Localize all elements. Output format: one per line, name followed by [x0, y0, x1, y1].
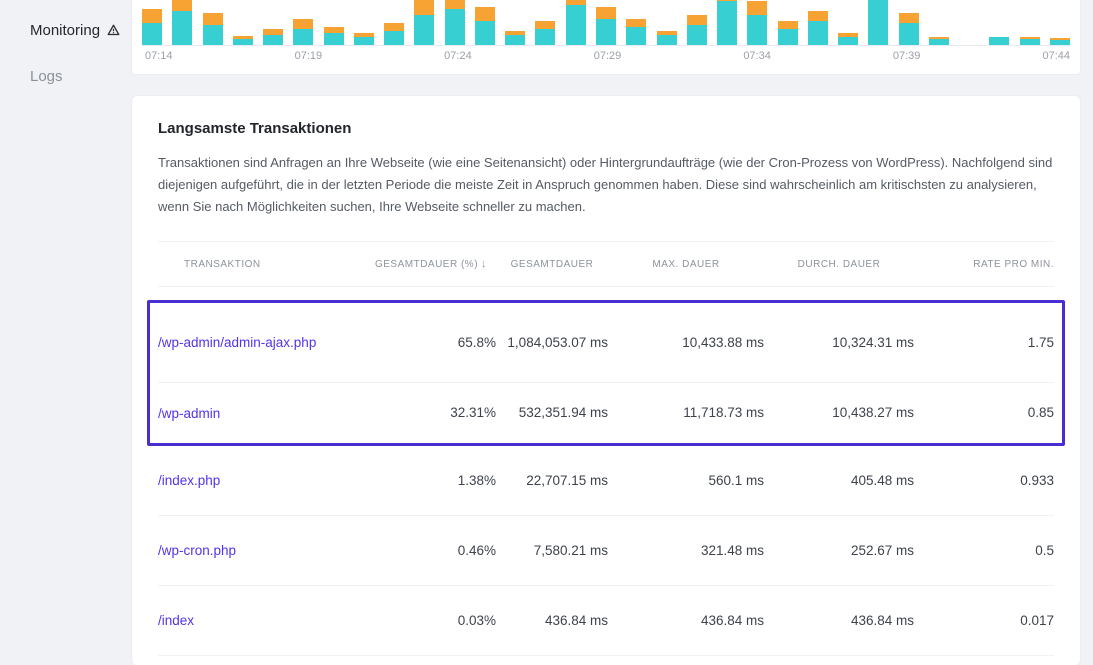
max-duration-cell: 11,718.73 ms: [608, 403, 764, 423]
total-pct-cell: 1.38%: [366, 471, 496, 491]
slowest-transactions-card: Langsamste Transaktionen Transaktionen s…: [131, 95, 1081, 665]
table-header-row: TRANSAKTION GESAMTDAUER (%)↓ GESAMTDAUER…: [158, 241, 1054, 287]
total-duration-cell: 532,351.94 ms: [496, 403, 608, 423]
chart-bar: [263, 29, 283, 45]
avg-duration-cell: 10,324.31 ms: [764, 333, 914, 353]
chart-bar: [324, 27, 344, 45]
total-duration-cell: 436.84 ms: [496, 611, 608, 631]
avg-duration-cell: 436.84 ms: [764, 611, 914, 631]
total-duration-cell: 1,084,053.07 ms: [496, 333, 608, 353]
avg-duration-cell: 252.67 ms: [764, 541, 914, 561]
chart-bar: [354, 33, 374, 45]
col-header-transaction[interactable]: TRANSAKTION: [158, 259, 366, 270]
chart-bar: [929, 37, 949, 45]
x-axis-tick-label: 07:14: [145, 50, 173, 62]
table-row[interactable]: /index.php 1.38% 22,707.15 ms 560.1 ms 4…: [158, 446, 1054, 516]
chart-bar: [414, 0, 434, 45]
sort-desc-icon[interactable]: ↓: [481, 258, 487, 270]
chart-bar: [626, 19, 646, 45]
col-header-avg[interactable]: DURCH. DAUER: [764, 259, 914, 270]
chart-bar: [657, 31, 677, 45]
rate-cell: 0.933: [914, 471, 1054, 491]
sidebar-item-logs[interactable]: Logs: [0, 64, 131, 88]
col-header-max[interactable]: MAX. DAUER: [608, 259, 764, 270]
col-header-total[interactable]: GESAMTDAUER: [496, 259, 608, 270]
total-pct-cell: 0.46%: [366, 541, 496, 561]
chart-bar: [838, 33, 858, 45]
total-duration-cell: 22,707.15 ms: [496, 471, 608, 491]
chart-bar: [868, 0, 888, 45]
col-header-total-pct[interactable]: GESAMTDAUER (%)↓: [366, 258, 496, 270]
chart-bar: [778, 21, 798, 45]
chart-bar: [142, 9, 162, 45]
table-row[interactable]: /wp-admin 32.31% 532,351.94 ms 11,718.73…: [158, 383, 1054, 443]
transaction-link[interactable]: /index: [158, 613, 366, 628]
rate-cell: 1.75: [914, 333, 1054, 353]
chart-bar: [384, 23, 404, 45]
total-duration-cell: 7,580.21 ms: [496, 541, 608, 561]
chart-bar: [203, 13, 223, 45]
chart-bar: [687, 15, 707, 45]
max-duration-cell: 560.1 ms: [608, 471, 764, 491]
total-pct-cell: 65.8%: [366, 333, 496, 353]
chart-bar: [566, 0, 586, 45]
chart-bars: [142, 0, 1070, 46]
chart-bar: [505, 31, 525, 45]
chart-bar: [808, 11, 828, 45]
panel-title: Langsamste Transaktionen: [158, 120, 1054, 137]
transaction-link[interactable]: /wp-admin/admin-ajax.php: [158, 335, 366, 350]
avg-duration-cell: 10,438.27 ms: [764, 403, 914, 423]
total-pct-cell: 0.03%: [366, 611, 496, 631]
sidebar-item-label: Monitoring: [30, 22, 100, 39]
x-axis-tick-label: 07:29: [594, 50, 622, 62]
x-axis-tick-label: 07:39: [893, 50, 921, 62]
chart-bar: [475, 7, 495, 45]
chart-bar: [747, 1, 767, 45]
response-time-chart-card: 07:14 07:19 07:24 07:29 07:34 07:39 07:44: [131, 0, 1081, 75]
x-axis-tick-label: 07:44: [1042, 50, 1070, 62]
chart-bar: [172, 0, 192, 45]
table-row[interactable]: /wp-admin/admin-ajax.php 65.8% 1,084,053…: [158, 303, 1054, 383]
sidebar: Monitoring Logs: [0, 0, 131, 110]
transaction-link[interactable]: /wp-cron.php: [158, 543, 366, 558]
transaction-link[interactable]: /index.php: [158, 473, 366, 488]
chart-bar: [596, 7, 616, 45]
x-axis-tick-label: 07:34: [743, 50, 771, 62]
chart-bar: [989, 37, 1009, 45]
max-duration-cell: 10,433.88 ms: [608, 333, 764, 353]
chart-x-axis-labels: 07:14 07:19 07:24 07:29 07:34 07:39 07:44: [145, 50, 1070, 62]
chart-bar: [899, 13, 919, 45]
chart-bar: [1050, 38, 1070, 45]
sidebar-item-monitoring[interactable]: Monitoring: [0, 18, 131, 42]
warning-icon: [107, 24, 120, 36]
panel-description: Transaktionen sind Anfragen an Ihre Webs…: [158, 152, 1054, 217]
max-duration-cell: 436.84 ms: [608, 611, 764, 631]
table-row[interactable]: /index 0.03% 436.84 ms 436.84 ms 436.84 …: [158, 586, 1054, 656]
x-axis-tick-label: 07:24: [444, 50, 472, 62]
rate-cell: 0.85: [914, 403, 1054, 423]
chart-bar: [293, 19, 313, 45]
rate-cell: 0.017: [914, 611, 1054, 631]
chart-bar: [233, 36, 253, 45]
total-pct-cell: 32.31%: [366, 403, 496, 423]
col-header-rate[interactable]: RATE PRO MIN.: [914, 259, 1054, 270]
sidebar-item-label: Logs: [30, 68, 63, 85]
table-row[interactable]: /wp-cron.php 0.46% 7,580.21 ms 321.48 ms…: [158, 516, 1054, 586]
rate-cell: 0.5: [914, 541, 1054, 561]
avg-duration-cell: 405.48 ms: [764, 471, 914, 491]
chart-bar: [445, 0, 465, 45]
max-duration-cell: 321.48 ms: [608, 541, 764, 561]
chart-bar: [717, 0, 737, 45]
chart-bar: [535, 21, 555, 45]
x-axis-tick-label: 07:19: [295, 50, 323, 62]
main-content: 07:14 07:19 07:24 07:29 07:34 07:39 07:44 Lang…: [131, 0, 1081, 665]
highlight-annotation: /wp-admin/admin-ajax.php 65.8% 1,084,053…: [147, 300, 1065, 446]
chart-bar: [1020, 37, 1040, 45]
transaction-link[interactable]: /wp-admin: [158, 406, 366, 421]
